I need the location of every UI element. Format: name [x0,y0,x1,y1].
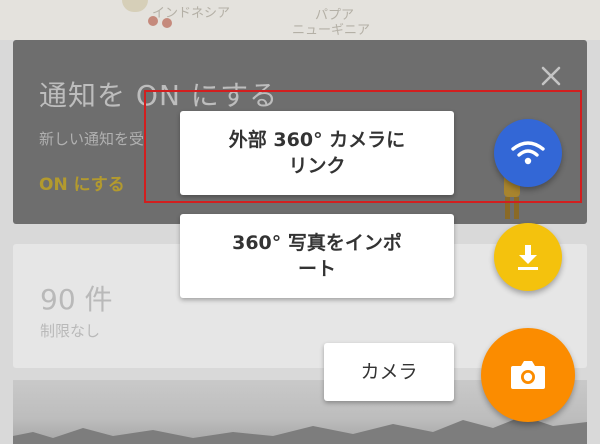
wifi-icon [511,141,545,165]
map-label-papua: パプア [315,8,355,23]
screen: インドネシア パプア ニューギニア 通知を ON にする 新しい通知を受 ON … [0,0,600,444]
turn-on-notifications-link[interactable]: ON にする [39,170,125,195]
map-label-indonesia: インドネシア [152,6,231,21]
link-360-camera-fab[interactable] [494,119,562,187]
map-preview: インドネシア パプア ニューギニア [0,0,600,40]
map-landmass [122,0,148,12]
photo-count-limit: 制限なし [40,322,101,340]
camera-fab[interactable] [481,328,575,422]
download-icon [518,245,538,270]
import-360-photo-fab[interactable] [494,223,562,291]
close-icon[interactable] [539,64,563,88]
notification-body: 新しい通知を受 [39,130,145,148]
camera-button[interactable]: カメラ [324,343,454,401]
camera-icon [511,361,545,389]
link-360-camera-button[interactable]: 外部 360° カメラに リンク [180,111,454,195]
photo-count-value: 90 件 [40,283,113,316]
import-360-photo-button[interactable]: 360° 写真をインポ ート [180,214,454,298]
notification-title: 通知を ON にする [39,79,279,112]
map-label-new-guinea: ニューギニア [292,23,371,38]
tree-silhouette [13,416,587,444]
